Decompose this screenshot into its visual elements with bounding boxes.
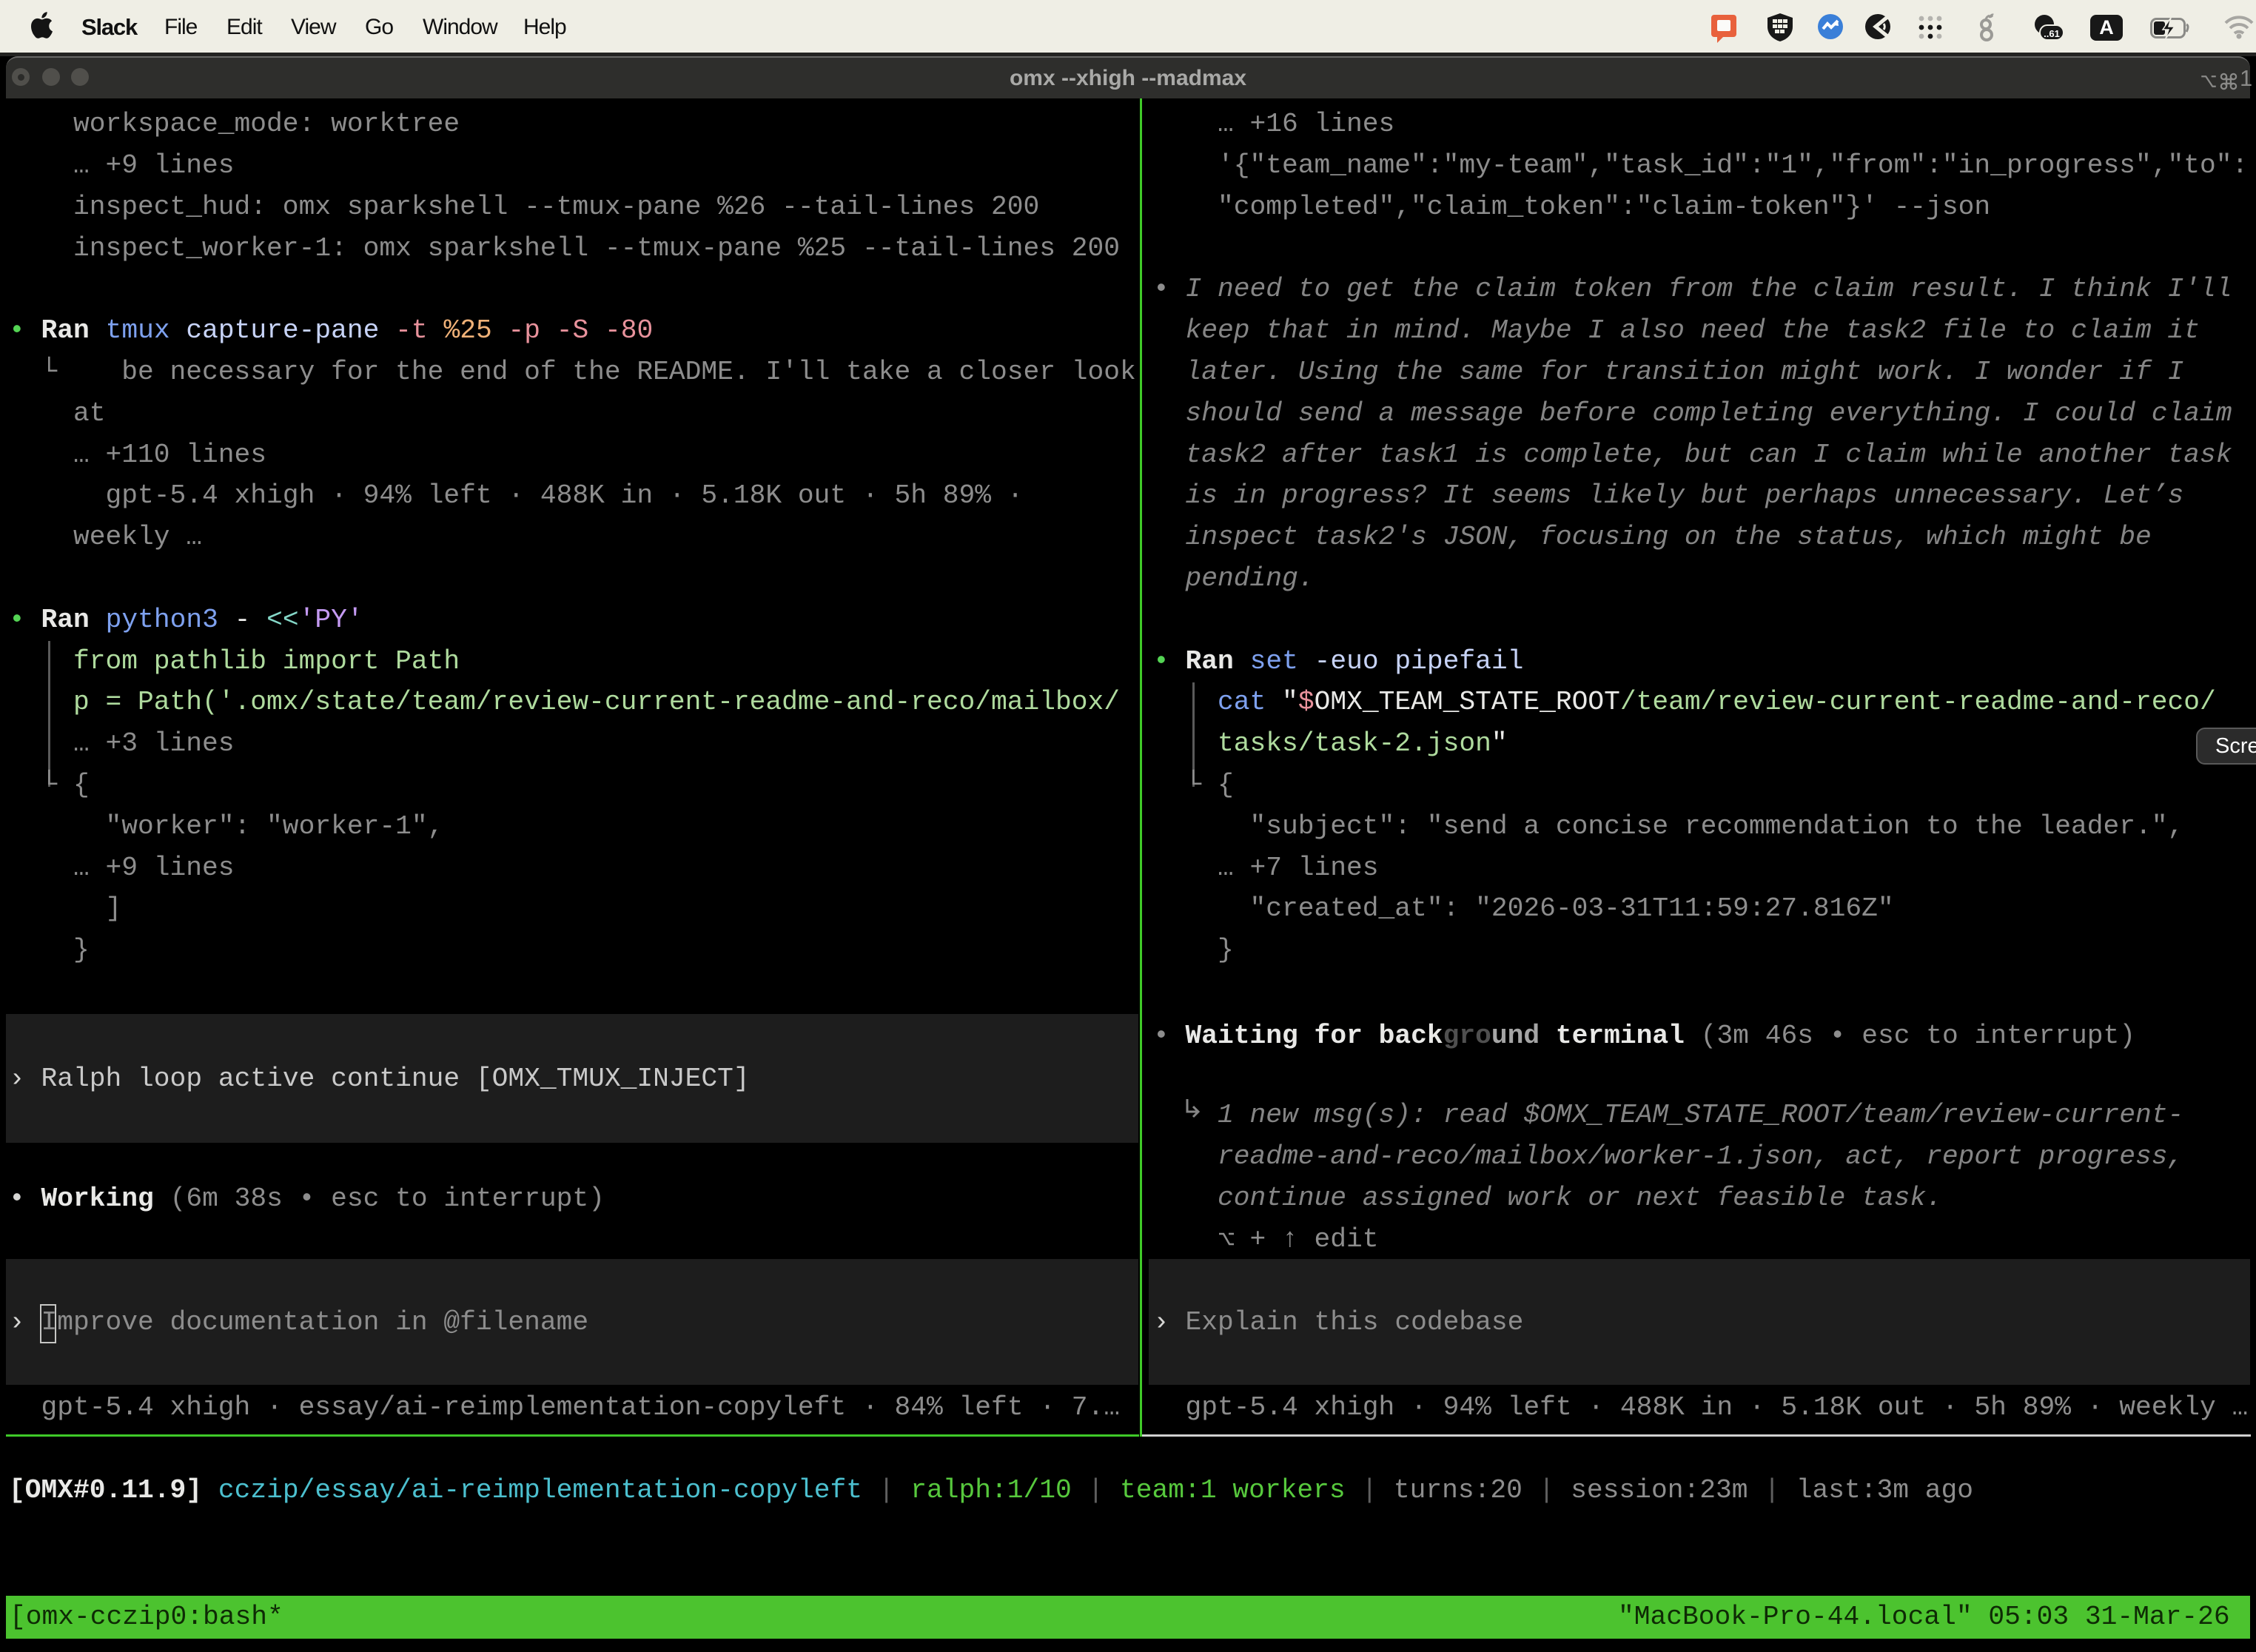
svg-text:..61: ..61 (2044, 28, 2060, 39)
